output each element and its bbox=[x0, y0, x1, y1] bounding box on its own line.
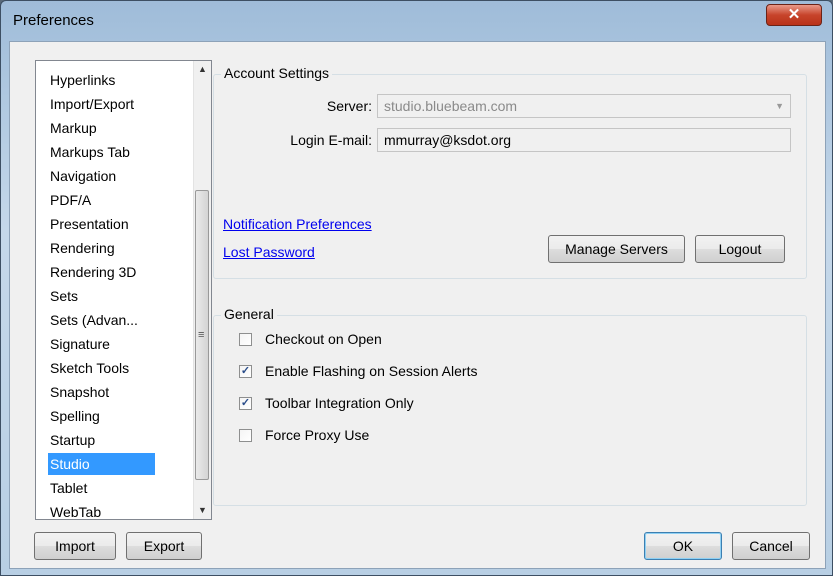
email-value: mmurray@ksdot.org bbox=[384, 132, 512, 148]
email-label: Login E-mail: bbox=[290, 132, 372, 148]
ok-button[interactable]: OK bbox=[644, 532, 722, 560]
check-icon: ✓ bbox=[240, 397, 251, 409]
lost-password-link[interactable]: Lost Password bbox=[223, 244, 315, 260]
import-button[interactable]: Import bbox=[34, 532, 116, 560]
export-button[interactable]: Export bbox=[126, 532, 202, 560]
list-item-rendering[interactable]: Rendering bbox=[48, 237, 119, 259]
force-proxy-checkbox[interactable] bbox=[239, 429, 252, 442]
list-item-webtab[interactable]: WebTab bbox=[48, 501, 105, 519]
close-icon: ✕ bbox=[787, 6, 801, 23]
list-item-sets-advanced[interactable]: Sets (Advan... bbox=[48, 309, 142, 331]
check-icon: ✓ bbox=[240, 365, 251, 377]
list-item-spelling[interactable]: Spelling bbox=[48, 405, 104, 427]
server-dropdown[interactable]: studio.bluebeam.com ▼ bbox=[377, 94, 791, 118]
list-item-presentation[interactable]: Presentation bbox=[48, 213, 133, 235]
list-item-sketch-tools[interactable]: Sketch Tools bbox=[48, 357, 133, 379]
server-value: studio.bluebeam.com bbox=[384, 98, 518, 114]
list-item-pdfa[interactable]: PDF/A bbox=[48, 189, 95, 211]
list-item-navigation[interactable]: Navigation bbox=[48, 165, 120, 187]
notification-preferences-link[interactable]: Notification Preferences bbox=[223, 216, 372, 232]
email-field[interactable]: mmurray@ksdot.org bbox=[377, 128, 791, 152]
list-item-rendering-3d[interactable]: Rendering 3D bbox=[48, 261, 140, 283]
chevron-down-icon: ▼ bbox=[775, 101, 784, 111]
checkout-on-open-label: Checkout on Open bbox=[265, 331, 382, 347]
cancel-button[interactable]: Cancel bbox=[732, 532, 810, 560]
list-item-sets[interactable]: Sets bbox=[48, 285, 82, 307]
close-button[interactable]: ✕ bbox=[766, 4, 822, 26]
account-settings-label: Account Settings bbox=[221, 65, 333, 81]
list-item-studio[interactable]: Studio bbox=[48, 453, 155, 475]
list-scrollbar[interactable]: ▲ ≡ ▼ bbox=[193, 61, 211, 519]
enable-flashing-checkbox[interactable]: ✓ bbox=[239, 365, 252, 378]
logout-button[interactable]: Logout bbox=[695, 235, 785, 263]
window-title: Preferences bbox=[13, 12, 94, 29]
list-item-tablet[interactable]: Tablet bbox=[48, 477, 91, 499]
scrollbar-grip-icon: ≡ bbox=[198, 329, 205, 341]
list-item-snapshot[interactable]: Snapshot bbox=[48, 381, 113, 403]
dialog-client-area: Hyperlinks Import/Export Markup Markups … bbox=[9, 41, 826, 569]
list-item-import-export[interactable]: Import/Export bbox=[48, 93, 138, 115]
toolbar-integration-checkbox[interactable]: ✓ bbox=[239, 397, 252, 410]
list-item-hyperlinks[interactable]: Hyperlinks bbox=[48, 69, 119, 91]
scroll-up-icon[interactable]: ▲ bbox=[194, 61, 211, 78]
category-list[interactable]: Hyperlinks Import/Export Markup Markups … bbox=[35, 60, 212, 520]
list-item-startup[interactable]: Startup bbox=[48, 429, 99, 451]
force-proxy-label: Force Proxy Use bbox=[265, 427, 370, 443]
toolbar-integration-label: Toolbar Integration Only bbox=[265, 395, 414, 411]
list-item-signature[interactable]: Signature bbox=[48, 333, 114, 355]
checkout-on-open-checkbox[interactable] bbox=[239, 333, 252, 346]
scroll-down-icon[interactable]: ▼ bbox=[194, 502, 211, 519]
list-item-markup[interactable]: Markup bbox=[48, 117, 101, 139]
general-label: General bbox=[221, 306, 277, 322]
manage-servers-button[interactable]: Manage Servers bbox=[548, 235, 685, 263]
list-item-markups-tab[interactable]: Markups Tab bbox=[48, 141, 134, 163]
enable-flashing-label: Enable Flashing on Session Alerts bbox=[265, 363, 478, 379]
server-label: Server: bbox=[326, 98, 372, 114]
preferences-window: Preferences ✕ Hyperlinks Import/Export M… bbox=[0, 0, 833, 576]
